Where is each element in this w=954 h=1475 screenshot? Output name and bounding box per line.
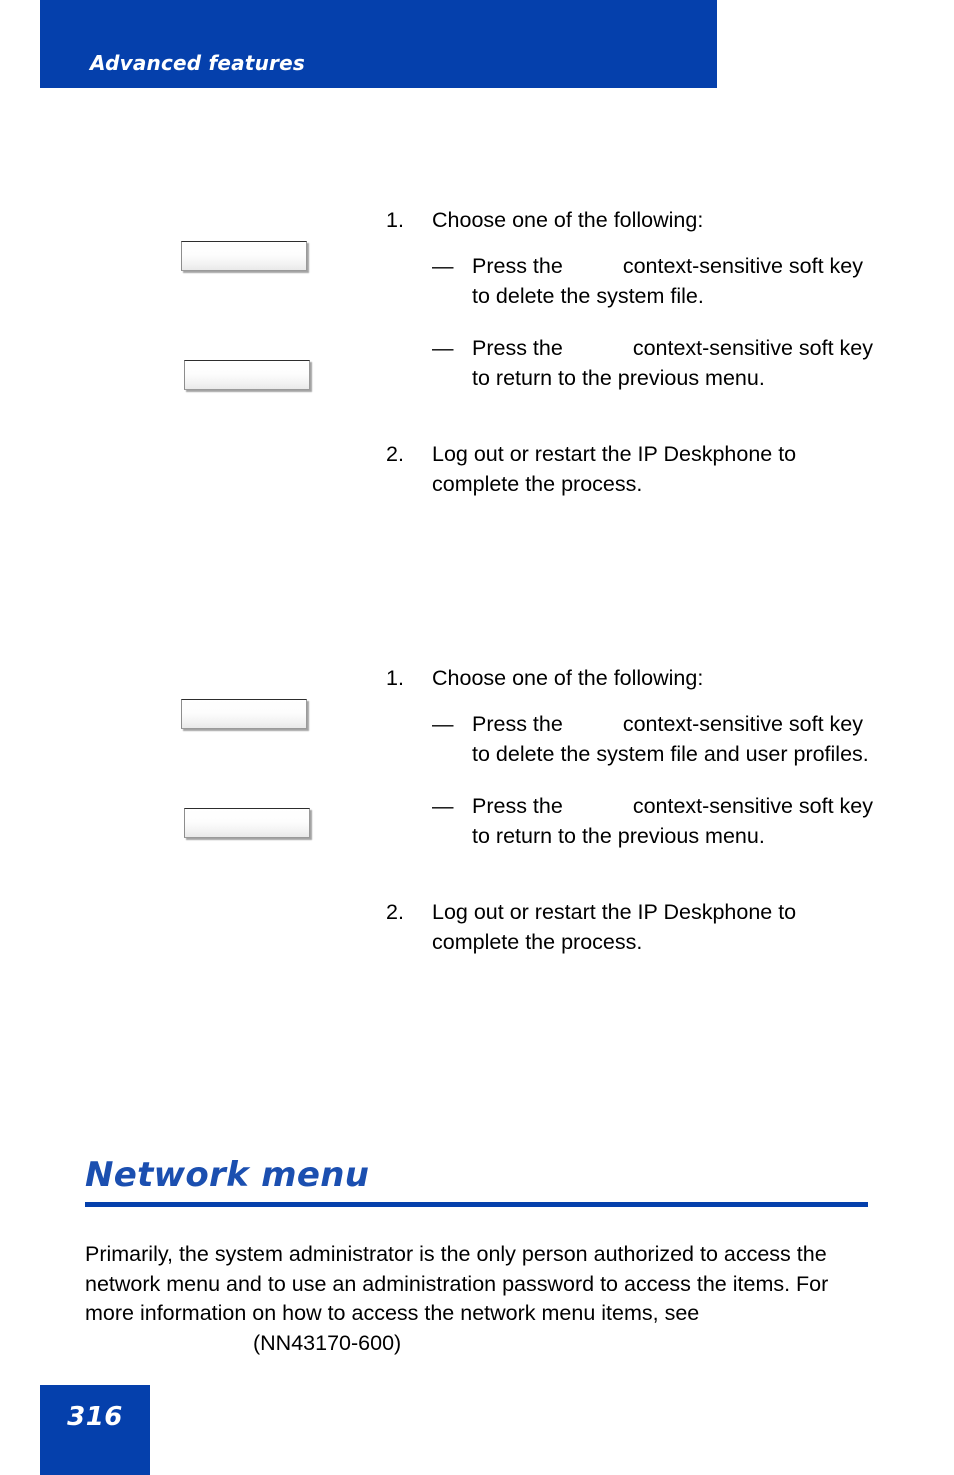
step-text: Choose one of the following: <box>432 208 704 232</box>
sub-step-item: — Press the context-sensitive soft key to… <box>432 251 886 311</box>
em-dash-bullet: — <box>432 794 454 818</box>
step-item: 1. Choose one of the following: — Press … <box>386 663 886 851</box>
sub-step-text-before-key: Press the <box>472 712 563 736</box>
step-sub-list: — Press the context-sensitive soft key to… <box>386 251 886 393</box>
step-number: 2. <box>386 900 404 924</box>
sub-step-text-before-key: Press the <box>472 794 563 818</box>
soft-key-confirm-graphic[interactable] <box>181 699 307 729</box>
soft-key-confirm-graphic[interactable] <box>181 241 307 271</box>
sub-step-text-before-key: Press the <box>472 336 563 360</box>
em-dash-bullet: — <box>432 712 454 736</box>
running-header-title: Advanced features <box>90 51 305 75</box>
section-heading-network-menu: Network menu <box>85 1155 370 1195</box>
section-paragraph: Primarily, the system administrator is t… <box>85 1240 875 1358</box>
sub-step-text: Press the context-sensitive soft key to d… <box>472 709 886 769</box>
section-heading-group: Network menu <box>85 1155 868 1207</box>
procedure-step-list: 1. Choose one of the following: — Press … <box>386 193 886 499</box>
sub-step-item: — Press the context-sensitive soft key to… <box>432 791 886 851</box>
footer-page-number-block: 316 <box>40 1385 150 1475</box>
sub-step-item: — Press the context-sensitive soft key to… <box>432 709 886 769</box>
em-dash-bullet: — <box>432 336 454 360</box>
procedure-step-list: 1. Choose one of the following: — Press … <box>386 651 886 957</box>
sub-step-text-before-key: Press the <box>472 254 563 278</box>
page-number: 316 <box>67 1402 123 1432</box>
step-sub-list: — Press the context-sensitive soft key to… <box>386 709 886 851</box>
running-header-banner: Advanced features <box>40 0 717 88</box>
step-item: 2. Log out or restart the IP Deskphone t… <box>386 897 886 957</box>
section-heading-rule <box>85 1202 868 1207</box>
sub-step-text: Press the context-sensitive soft key to r… <box>472 791 886 851</box>
step-number: 1. <box>386 666 404 690</box>
step-item: 2. Log out or restart the IP Deskphone t… <box>386 439 886 499</box>
soft-key-back-graphic[interactable] <box>184 808 310 838</box>
step-text: Log out or restart the IP Deskphone to c… <box>432 442 797 496</box>
document-reference-number: (NN43170-600) <box>253 1330 402 1355</box>
step-text: Log out or restart the IP Deskphone to c… <box>432 900 797 954</box>
soft-key-back-graphic[interactable] <box>184 360 310 390</box>
sub-step-text: Press the context-sensitive soft key to d… <box>472 251 886 311</box>
sub-step-item: — Press the context-sensitive soft key to… <box>432 333 886 393</box>
step-number: 2. <box>386 442 404 466</box>
em-dash-bullet: — <box>432 254 454 278</box>
step-number: 1. <box>386 208 404 232</box>
sub-step-text: Press the context-sensitive soft key to r… <box>472 333 886 393</box>
paragraph-text: Primarily, the system administrator is t… <box>85 1242 829 1325</box>
step-text: Choose one of the following: <box>432 666 704 690</box>
step-item: 1. Choose one of the following: — Press … <box>386 205 886 393</box>
